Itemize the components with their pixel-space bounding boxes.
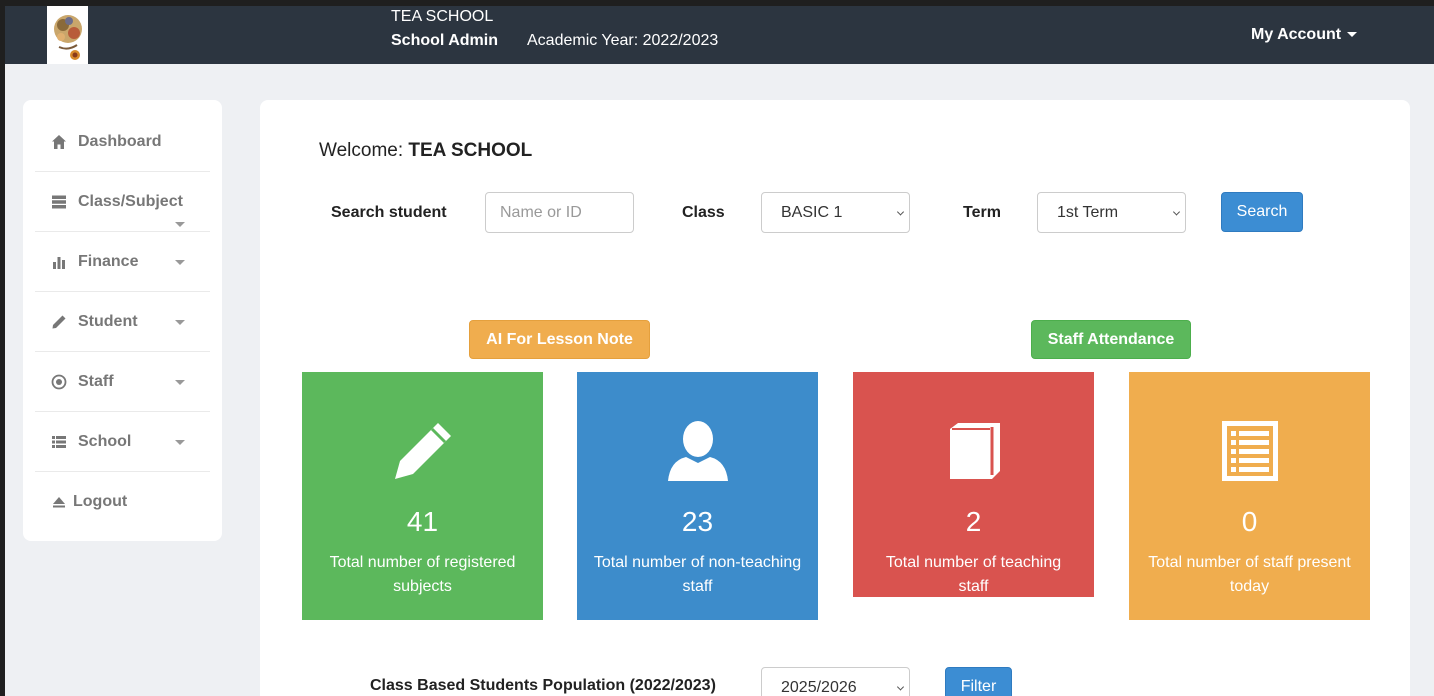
search-student-label: Search student bbox=[331, 204, 447, 221]
stat-value: 2 bbox=[965, 506, 982, 537]
list-icon bbox=[50, 433, 68, 451]
filter-button[interactable]: Filter bbox=[945, 667, 1012, 696]
pencil-icon bbox=[388, 416, 458, 486]
caret-down-icon bbox=[175, 260, 185, 265]
sidebar-item-logout[interactable]: Logout bbox=[35, 472, 210, 532]
welcome-prefix: Welcome: bbox=[319, 140, 404, 161]
term-select[interactable]: 1st Term bbox=[1037, 192, 1186, 233]
welcome-school-name: TEA SCHOOL bbox=[408, 140, 533, 161]
user-role: School Admin bbox=[391, 32, 498, 49]
sidebar-item-label: Staff bbox=[78, 372, 114, 390]
chevron-down-icon bbox=[896, 207, 905, 216]
sidebar-item-class-subject[interactable]: Class/Subject bbox=[35, 172, 210, 232]
sidebar-item-staff[interactable]: Staff bbox=[35, 352, 210, 412]
academic-year: Academic Year: 2022/2023 bbox=[527, 32, 719, 49]
search-input[interactable]: Name or ID bbox=[485, 192, 634, 233]
stat-value: 23 bbox=[681, 506, 714, 537]
term-label: Term bbox=[963, 204, 1001, 221]
stat-tile-teaching-staff[interactable]: 2 Total number of teaching staff bbox=[853, 372, 1094, 597]
population-label: Class Based Students Population (2022/20… bbox=[370, 677, 716, 694]
stat-tile-non-teaching-staff[interactable]: 23 Total number of non-teaching staff bbox=[577, 372, 818, 620]
stat-description: Total number of non-teaching staff bbox=[593, 554, 802, 595]
book-icon bbox=[939, 416, 1009, 486]
caret-down-icon bbox=[175, 380, 185, 385]
bar-chart-icon bbox=[50, 253, 68, 271]
caret-down-icon bbox=[175, 440, 185, 445]
user-icon bbox=[663, 416, 733, 486]
my-account-menu[interactable]: My Account bbox=[1251, 26, 1358, 44]
population-year-select[interactable]: 2025/2026 bbox=[761, 667, 910, 696]
caret-down-icon bbox=[175, 222, 185, 227]
school-logo[interactable] bbox=[47, 6, 88, 64]
my-account-label: My Account bbox=[1251, 26, 1342, 43]
sidebar-item-label: Class/Subject bbox=[78, 192, 183, 210]
sidebar-item-label: Logout bbox=[73, 493, 128, 510]
sidebar-item-dashboard[interactable]: Dashboard bbox=[35, 112, 210, 172]
sidebar-item-label: Student bbox=[78, 312, 138, 330]
pencil-icon bbox=[50, 313, 68, 331]
main-panel: Welcome: TEA SCHOOL Search student Name … bbox=[260, 100, 1410, 696]
stat-tile-subjects[interactable]: 41 Total number of registered subjects bbox=[302, 372, 543, 620]
search-placeholder: Name or ID bbox=[500, 203, 582, 221]
sidebar: Dashboard Class/Subject Finance Student bbox=[23, 100, 222, 541]
welcome-heading: Welcome: TEA SCHOOL bbox=[319, 140, 532, 162]
term-select-value: 1st Term bbox=[1057, 203, 1119, 221]
stat-tile-staff-present[interactable]: 0 Total number of staff present today bbox=[1129, 372, 1370, 620]
chevron-down-icon bbox=[896, 682, 905, 691]
server-icon bbox=[50, 193, 68, 211]
app-window: TEA SCHOOL School Admin Academic Year: 2… bbox=[5, 6, 1434, 696]
stat-description: Total number of registered subjects bbox=[329, 554, 516, 595]
sidebar-item-label: School bbox=[78, 432, 132, 450]
class-select-value: BASIC 1 bbox=[781, 203, 843, 221]
sidebar-item-student[interactable]: Student bbox=[35, 292, 210, 352]
record-icon bbox=[50, 373, 68, 391]
population-year-value: 2025/2026 bbox=[781, 678, 857, 696]
staff-attendance-button[interactable]: Staff Attendance bbox=[1031, 320, 1191, 359]
sidebar-item-finance[interactable]: Finance bbox=[35, 232, 210, 292]
stat-value: 0 bbox=[1241, 506, 1258, 537]
stat-description: Total number of teaching staff bbox=[885, 554, 1062, 595]
sidebar-item-school[interactable]: School bbox=[35, 412, 210, 472]
sidebar-item-label: Finance bbox=[78, 252, 139, 270]
list-alt-icon bbox=[1215, 416, 1285, 486]
school-crest-icon bbox=[53, 15, 82, 60]
top-navbar: TEA SCHOOL School Admin Academic Year: 2… bbox=[5, 6, 1434, 64]
stat-value: 41 bbox=[406, 506, 439, 537]
caret-down-icon bbox=[175, 320, 185, 325]
class-label: Class bbox=[682, 204, 725, 221]
class-select[interactable]: BASIC 1 bbox=[761, 192, 910, 233]
eject-icon bbox=[50, 493, 68, 511]
school-name: TEA SCHOOL bbox=[391, 8, 494, 25]
caret-down-icon bbox=[1347, 32, 1358, 38]
stat-description: Total number of staff present today bbox=[1148, 554, 1351, 595]
home-icon bbox=[50, 133, 68, 151]
ai-lesson-note-button[interactable]: AI For Lesson Note bbox=[469, 320, 650, 359]
chevron-down-icon bbox=[1172, 207, 1181, 216]
sidebar-item-label: Dashboard bbox=[78, 132, 162, 150]
search-button[interactable]: Search bbox=[1221, 192, 1303, 232]
